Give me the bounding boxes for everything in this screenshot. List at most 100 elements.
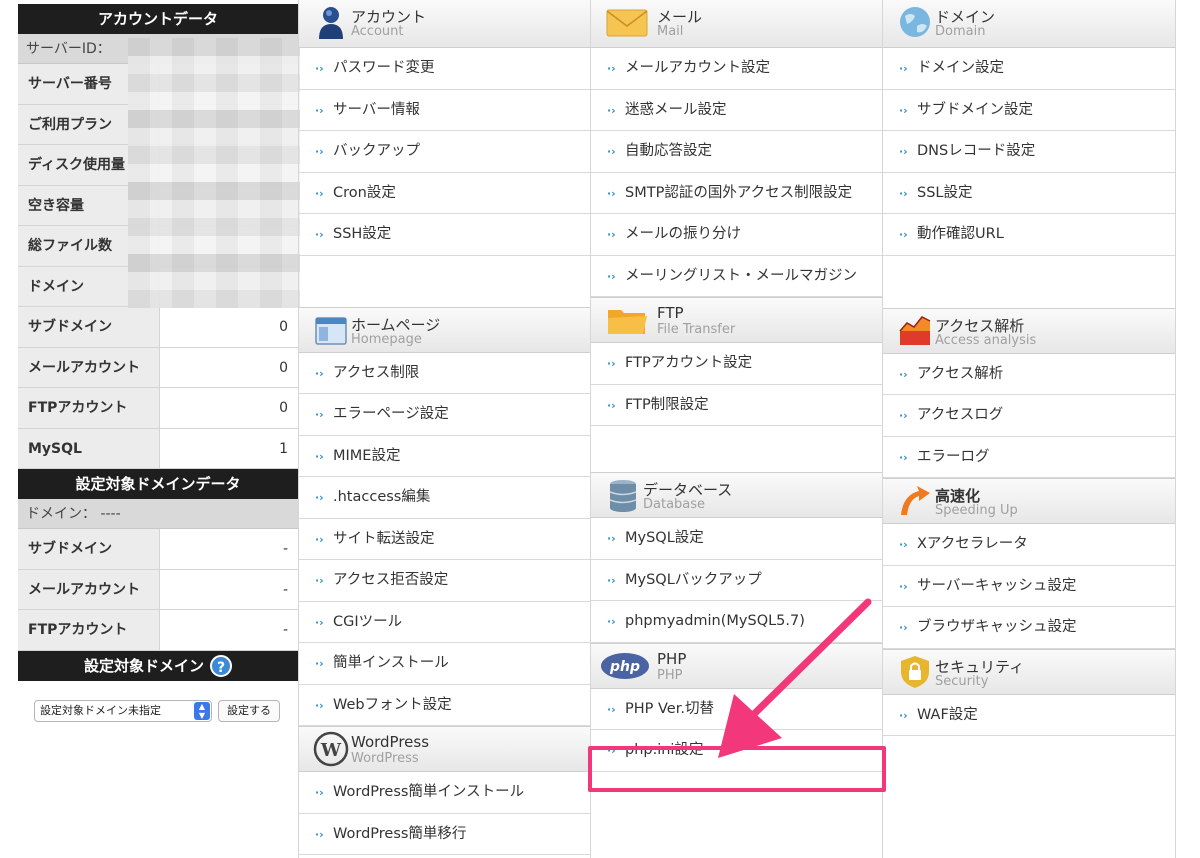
menu-link-mail[interactable]: ·› SMTP認証の国外アクセス制限設定 [591, 173, 882, 214]
side-row-label: MySQL [18, 428, 160, 468]
menu-link-mail[interactable]: ·› メールアカウント設定 [591, 48, 882, 90]
link-arrow-icon: ·› [315, 366, 324, 380]
link-arrow-icon: ·› [315, 449, 324, 463]
menu-link-mail[interactable]: ·› 自動応答設定 [591, 131, 882, 173]
menu-link-speed[interactable]: ·› サーバーキャッシュ設定 [883, 566, 1175, 607]
menu-link-homepage[interactable]: ·› MIME設定 [299, 436, 590, 477]
menu-link-label: 簡単インストール [333, 655, 449, 671]
menu-link-ftp[interactable]: ·› FTP制限設定 [591, 385, 882, 426]
menu-link-domain[interactable]: ·› 動作確認URL [883, 214, 1175, 256]
menu-link-domain[interactable]: ·› SSL設定 [883, 173, 1175, 214]
menu-link-account[interactable]: ·› Cron設定 [299, 173, 590, 214]
menu-link-database[interactable]: ·› MySQLバックアップ [591, 560, 882, 601]
domain-menu-list: ·› ドメイン設定 ·› サブドメイン設定 ·› DNSレコード設定 ·› SSL設定 ·› 動作… [883, 48, 1175, 256]
menu-link-domain[interactable]: ·› ドメイン設定 [883, 48, 1175, 90]
menu-link-label: 迷惑メール設定 [625, 101, 727, 118]
menu-link-label: MySQL設定 [625, 530, 704, 546]
menu-link-domain[interactable]: ·› サブドメイン設定 [883, 90, 1175, 131]
menu-link-label: MySQLバックアップ [625, 571, 762, 588]
menu-link-label: バックアップ [333, 143, 420, 159]
section-header-access-analysis: アクセス解析 Access analysis [883, 307, 1175, 354]
menu-link-domain[interactable]: ·› DNSレコード設定 [883, 131, 1175, 173]
menu-link-homepage[interactable]: ·› .htaccess編集 [299, 477, 590, 519]
speed-menu-list: ·› Xアクセラレータ ·› サーバーキャッシュ設定 ·› ブラウザキャッシュ設定 [883, 524, 1175, 649]
target-domain-select[interactable]: 設定対象ドメイン未指定 ▲ ▼ [34, 699, 212, 722]
menu-link-label: 自動応答設定 [625, 143, 712, 159]
menu-link-label: アクセス拒否設定 [333, 572, 449, 588]
link-arrow-icon: ·› [315, 657, 324, 670]
homepage-menu-list: ·› アクセス制限 ·› エラーページ設定 ·› MIME設定 ·› .htaccess編集 ·… [299, 353, 590, 726]
menu-link-access[interactable]: ·› アクセスログ [883, 395, 1175, 437]
link-arrow-icon: ·› [607, 103, 616, 117]
side-row: サブドメイン 0 [18, 307, 298, 348]
link-arrow-icon: ·› [315, 408, 324, 421]
menu-link-homepage[interactable]: ·› CGIツール [299, 602, 590, 643]
menu-link-account[interactable]: ·› SSH設定 [299, 214, 590, 256]
link-arrow-icon: ·› [315, 228, 324, 241]
link-arrow-icon: ·› [315, 491, 324, 504]
menu-link-speed[interactable]: ·› ブラウザキャッシュ設定 [883, 607, 1175, 649]
menu-link-account[interactable]: ·› パスワード変更 [299, 48, 590, 90]
mail-menu-list: ·› メールアカウント設定 ·› 迷惑メール設定 ·› 自動応答設定 ·› SMTP認証の国外… [591, 48, 882, 297]
section-header-wordpress: W WordPress WordPress [299, 726, 590, 772]
menu-link-homepage[interactable]: ·› エラーページ設定 [299, 394, 590, 436]
envelope-icon [606, 9, 648, 37]
svg-text:W: W [320, 740, 342, 761]
menu-link-mail[interactable]: ·› メールの振り分け [591, 214, 882, 256]
link-arrow-icon: ·› [315, 574, 324, 587]
link-arrow-icon: ·› [607, 398, 616, 412]
set-domain-button[interactable]: 設定する [218, 699, 280, 722]
menu-link-homepage[interactable]: ·› アクセス制限 [299, 353, 590, 394]
account-menu-list: ·› パスワード変更 ·› サーバー情報 ·› バックアップ ·› Cron設定 ·› SSH設定 [299, 48, 590, 256]
select-arrows-icon: ▲ ▼ [194, 701, 210, 720]
menu-link-wordpress[interactable]: ·› WordPress簡単移行 [299, 814, 590, 855]
menu-link-homepage[interactable]: ·› サイト転送設定 [299, 519, 590, 560]
link-arrow-icon: ·› [315, 62, 324, 75]
menu-link-homepage[interactable]: ·› アクセス拒否設定 [299, 560, 590, 602]
menu-link-mail[interactable]: ·› メーリングリスト・メールマガジン [591, 256, 882, 297]
side-row: FTPアカウント - [18, 610, 298, 651]
menu-link-label: MIME設定 [333, 447, 401, 464]
menu-link-account[interactable]: ·› バックアップ [299, 131, 590, 173]
section-subtitle: File Transfer [657, 322, 736, 337]
menu-link-account[interactable]: ·› サーバー情報 [299, 90, 590, 131]
chart-icon [899, 315, 931, 345]
globe-icon [900, 7, 930, 37]
side-row: メールアカウント 0 [18, 347, 298, 388]
link-arrow-icon: ·› [899, 409, 908, 422]
menu-link-access[interactable]: ·› エラーログ [883, 437, 1175, 478]
domain-data-title: 設定対象ドメインデータ [18, 469, 298, 499]
menu-link-access[interactable]: ·› アクセス解析 [883, 354, 1175, 395]
side-row-value: 0 [160, 388, 298, 428]
menu-link-label: アクセスログ [917, 407, 1004, 423]
speed-arrow-icon [901, 486, 930, 515]
link-arrow-icon: ·› [899, 62, 908, 75]
menu-link-label: メーリングリスト・メールマガジン [625, 267, 857, 284]
domain-data-table: サブドメイン - メールアカウント - FTPアカウント - [18, 529, 298, 651]
menu-link-ftp[interactable]: ·› FTPアカウント設定 [591, 343, 882, 385]
menu-link-label: SSL設定 [917, 184, 973, 201]
menu-link-label: 動作確認URL [917, 226, 1004, 242]
menu-link-speed[interactable]: ·› Xアクセラレータ [883, 524, 1175, 566]
menu-link-database[interactable]: ·› MySQL設定 [591, 518, 882, 560]
menu-link-homepage[interactable]: ·› 簡単インストール [299, 643, 590, 685]
menu-link-homepage[interactable]: ·› Webフォント設定 [299, 685, 590, 726]
link-arrow-icon: ·› [315, 827, 324, 841]
help-icon[interactable]: ? [210, 655, 232, 677]
menu-link-wordpress[interactable]: ·› WordPress簡単インストール [299, 772, 590, 814]
menu-link-label: パスワード変更 [333, 60, 435, 76]
section-header-mail: メール Mail [591, 0, 882, 48]
menu-link-label: FTP制限設定 [625, 396, 709, 413]
menu-link-security[interactable]: ·› WAF設定 [883, 695, 1175, 736]
menu-link-label: WordPress簡単移行 [333, 825, 467, 842]
side-row: MySQL 1 [18, 428, 298, 469]
menu-link-label: .htaccess編集 [333, 489, 431, 505]
security-menu-list: ·› WAF設定 [883, 695, 1175, 736]
menu-link-label: WAF設定 [917, 706, 978, 723]
link-arrow-icon: ·› [607, 186, 616, 200]
section-subtitle: Access analysis [935, 332, 1037, 348]
target-domain-label: ドメイン： ---- [18, 499, 298, 529]
side-row-value: 0 [160, 307, 298, 347]
menu-link-mail[interactable]: ·› 迷惑メール設定 [591, 90, 882, 131]
side-row-label: サブドメイン [18, 307, 160, 347]
